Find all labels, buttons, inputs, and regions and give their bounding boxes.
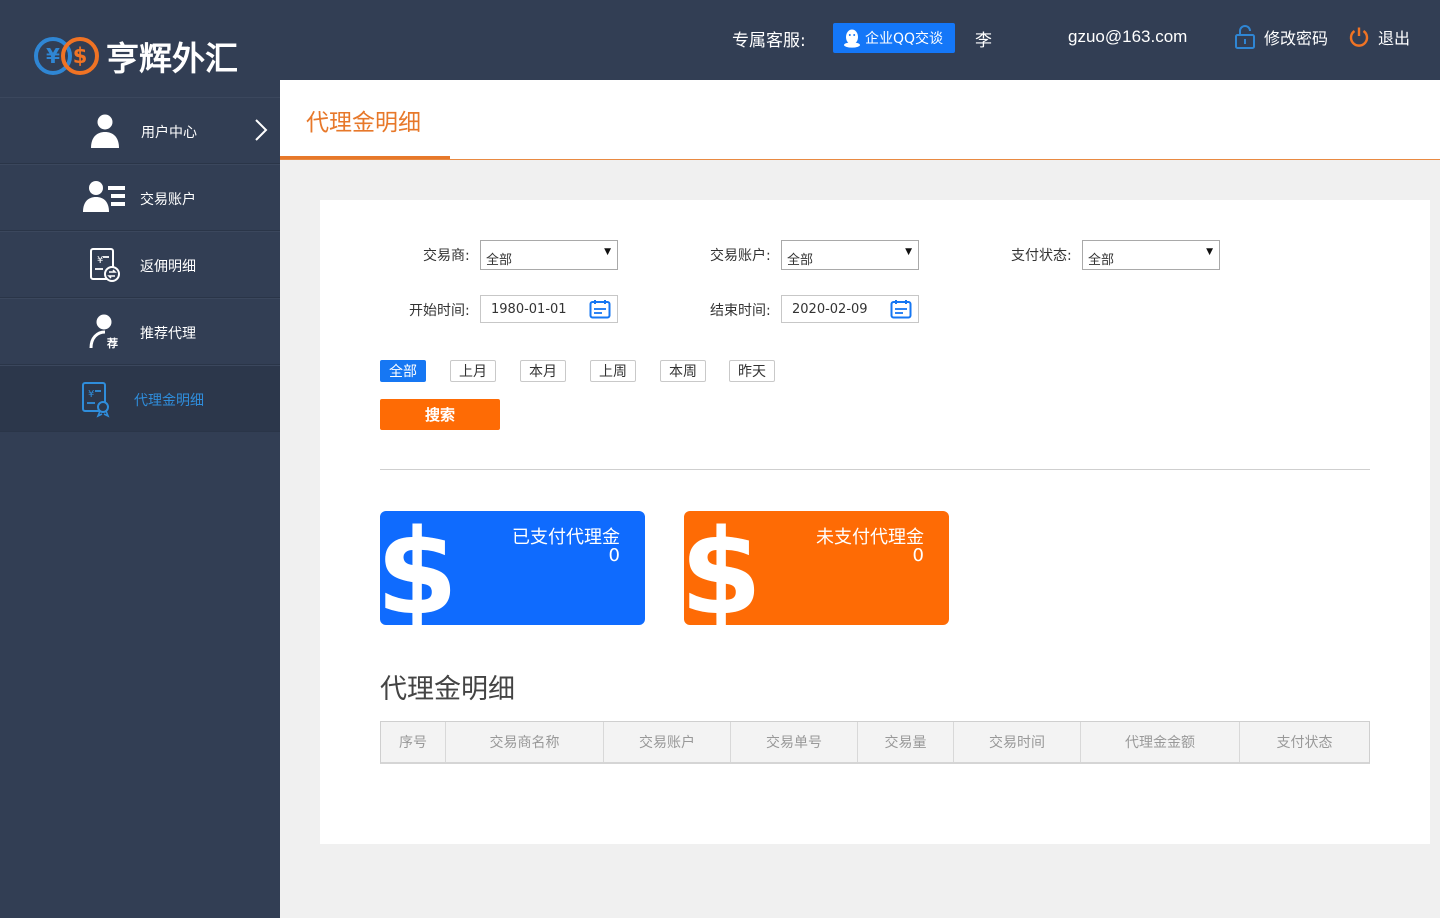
user-email: gzuo@163.com [1068,27,1188,46]
column-header-agent-amount[interactable]: 代理金金额 [1081,722,1240,762]
change-password-label: 修改密码 [1264,29,1329,48]
dropdown-caret-icon: ▼ [604,247,611,257]
rebate-icon: ¥ [90,248,120,282]
svg-text:荐: 荐 [106,336,118,350]
sidebar-item-label: 推荐代理 [140,326,196,342]
sidebar-item-referral[interactable]: 荐 推荐代理 [0,298,280,365]
pay-status-select[interactable]: 全部 ▼ [1082,240,1220,270]
quick-range-this-month[interactable]: 本月 [520,360,566,382]
quick-range-last-month[interactable]: 上月 [450,360,496,382]
end-time-label: 结束时间: [710,303,771,319]
unpaid-card-title: 未支付代理金 [816,527,924,548]
quick-range-last-week[interactable]: 上周 [590,360,636,382]
user-name: 李 [975,31,992,51]
pay-status-select-value: 全部 [1088,253,1115,268]
unpaid-card-value: 0 [912,545,924,566]
logout-link[interactable]: 退出 [1348,25,1410,49]
svg-text:¥: ¥ [46,44,60,68]
lock-icon [1235,25,1255,49]
pay-status-label: 支付状态: [1011,248,1072,264]
main-panel: 交易商: 全部 ▼ 交易账户: 全部 ▼ 支付状态: 全部 ▼ 开始时间: 19… [320,200,1430,844]
column-header-volume[interactable]: 交易量 [858,722,954,762]
page-title: 代理金明细 [306,110,421,136]
agent-money-icon: ¥ [82,382,110,418]
svg-text:¥: ¥ [97,255,103,266]
referral-icon: 荐 [89,314,118,350]
column-header-trade-time[interactable]: 交易时间 [954,722,1081,762]
end-date-value: 2020-02-09 [792,302,868,317]
column-header-trading-account[interactable]: 交易账户 [604,722,731,762]
account-label: 交易账户: [710,248,771,264]
service-label: 专属客服: [732,31,806,51]
account-list-icon [83,181,125,212]
logout-label: 退出 [1378,29,1411,48]
column-header-trader-name[interactable]: 交易商名称 [446,722,604,762]
section-divider [380,469,1370,470]
sidebar-item-label: 代理金明细 [134,393,204,409]
account-select-value: 全部 [787,253,814,268]
dollar-icon: $ [380,511,458,625]
brand-logo[interactable]: ¥ $ 亨辉外汇 [33,34,238,78]
account-select[interactable]: 全部 ▼ [781,240,919,270]
end-date-input[interactable]: 2020-02-09 [781,295,919,323]
qq-penguin-icon [844,29,860,48]
svg-text:$: $ [684,511,762,625]
trader-label: 交易商: [423,248,470,264]
sidebar-item-label: 用户中心 [141,125,197,141]
trader-select[interactable]: 全部 ▼ [480,240,618,270]
paid-card-title: 已支付代理金 [512,527,620,548]
start-time-label: 开始时间: [409,303,470,319]
start-date-value: 1980-01-01 [491,302,567,317]
calendar-icon[interactable] [589,299,611,319]
qq-chat-button[interactable]: 企业QQ交谈 [833,23,955,53]
power-icon [1349,27,1369,47]
sidebar-item-label: 返佣明细 [140,259,196,275]
sidebar-item-rebate-detail[interactable]: ¥ 返佣明细 [0,231,280,298]
user-icon [91,114,119,148]
dropdown-caret-icon: ▼ [905,247,912,257]
sidebar: 用户中心 交易账户 ¥ 返佣明细 荐 推荐代理 ¥ 代理金明细 [0,80,280,918]
detail-table-header: 序号 交易商名称 交易账户 交易单号 交易量 交易时间 代理金金额 支付状态 [380,721,1370,764]
quick-range-this-week[interactable]: 本周 [660,360,706,382]
column-header-pay-status[interactable]: 支付状态 [1240,722,1369,762]
detail-section-title: 代理金明细 [380,674,515,705]
chevron-right-icon [255,119,268,141]
logo-currency-icon: ¥ $ [34,37,99,75]
title-underline [280,156,450,159]
paid-agent-money-card: $ 已支付代理金 0 [380,511,645,625]
sidebar-item-agent-money-detail[interactable]: ¥ 代理金明细 [0,365,280,432]
page-title-bar: 代理金明细 [280,80,1440,160]
quick-range-yesterday[interactable]: 昨天 [729,360,775,382]
dollar-icon: $ [684,511,762,625]
unpaid-agent-money-card: $ 未支付代理金 0 [684,511,949,625]
column-header-index[interactable]: 序号 [381,722,446,762]
calendar-icon[interactable] [890,299,912,319]
qq-chat-label: 企业QQ交谈 [865,31,944,47]
top-header: ¥ $ 亨辉外汇 专属客服: 企业QQ交谈 李 gzuo@163.com 修改密… [0,0,1440,80]
trader-select-value: 全部 [486,253,513,268]
start-date-input[interactable]: 1980-01-01 [480,295,618,323]
svg-text:$: $ [73,44,88,68]
dropdown-caret-icon: ▼ [1206,247,1213,257]
paid-card-value: 0 [608,545,620,566]
svg-text:¥: ¥ [88,389,94,400]
column-header-order-number[interactable]: 交易单号 [731,722,858,762]
sidebar-item-label: 交易账户 [140,192,196,208]
quick-range-all[interactable]: 全部 [380,360,426,382]
search-button[interactable]: 搜索 [380,399,500,430]
sidebar-item-trading-account[interactable]: 交易账户 [0,164,280,231]
sidebar-item-user-center[interactable]: 用户中心 [0,97,280,164]
change-password-link[interactable]: 修改密码 [1234,25,1328,49]
svg-text:$: $ [380,511,458,625]
logo-text: 亨辉外汇 [106,39,238,78]
